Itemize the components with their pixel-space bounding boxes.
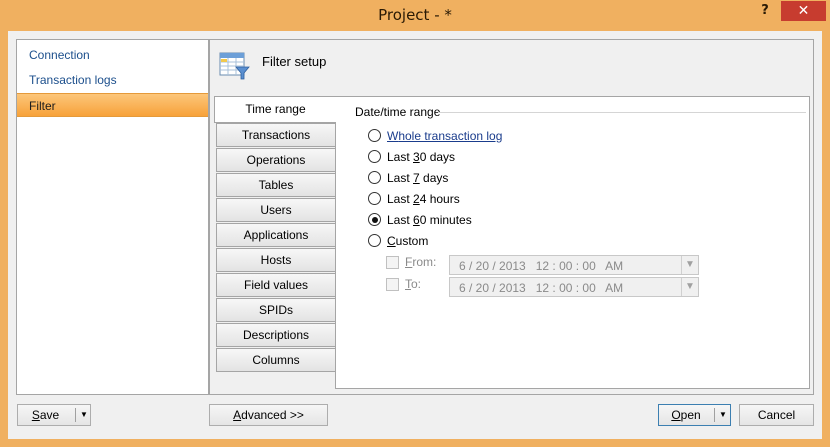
from-checkbox[interactable] [386, 256, 399, 269]
window-title: Project - * [378, 6, 452, 24]
advanced-button[interactable]: Advanced >> [209, 404, 328, 426]
to-label: To: [405, 277, 422, 291]
radio-label: Custom [387, 234, 429, 248]
tab-spids[interactable]: SPIDs [216, 298, 336, 322]
nav-item-filter[interactable]: Filter [17, 93, 208, 117]
table-filter-icon [219, 52, 250, 80]
chevron-down-icon[interactable]: ▼ [681, 278, 698, 296]
dialog-client-area: Connection Transaction logs Filter Filte… [8, 31, 822, 439]
tab-columns[interactable]: Columns [216, 348, 336, 372]
radio-button[interactable] [368, 129, 381, 142]
tab-descriptions[interactable]: Descriptions [216, 323, 336, 347]
help-button[interactable]: ? [752, 1, 778, 21]
date-time-range-label: Date/time range [355, 105, 441, 119]
to-datetime-picker[interactable]: 6 / 20 / 2013 12 : 00 : 00 AM ▼ [449, 277, 699, 297]
page-title: Filter setup [262, 54, 327, 69]
tab-hosts[interactable]: Hosts [216, 248, 336, 272]
chevron-down-icon[interactable]: ▼ [76, 405, 92, 425]
tab-field-values[interactable]: Field values [216, 273, 336, 297]
radio-button[interactable] [368, 171, 381, 184]
from-datetime-value: 6 / 20 / 2013 12 : 00 : 00 AM [459, 259, 624, 273]
radio-button[interactable] [368, 150, 381, 163]
open-split-button[interactable]: Open ▼ [658, 404, 731, 426]
title-bar[interactable]: Project - * ? ✕ [0, 0, 830, 31]
tab-transactions[interactable]: Transactions [216, 123, 336, 147]
radio-label: Last 7 days [387, 171, 449, 185]
close-button[interactable]: ✕ [781, 1, 826, 21]
filter-panel: Filter setup Time range Transactions Ope… [209, 39, 814, 395]
open-button[interactable]: Open [659, 405, 713, 425]
group-divider [438, 112, 806, 113]
cancel-button[interactable]: Cancel [739, 404, 814, 426]
radio-label: Last 30 days [387, 150, 456, 164]
tab-time-range[interactable]: Time range [214, 96, 336, 123]
radio-label: Last 60 minutes [387, 213, 472, 227]
tab-users[interactable]: Users [216, 198, 336, 222]
save-split-button[interactable]: Save ▼ [17, 404, 91, 426]
tab-operations[interactable]: Operations [216, 148, 336, 172]
radio-button-checked[interactable] [368, 213, 381, 226]
save-button[interactable]: Save [18, 405, 73, 425]
to-datetime-value: 6 / 20 / 2013 12 : 00 : 00 AM [459, 281, 624, 295]
radio-button[interactable] [368, 234, 381, 247]
close-icon: ✕ [797, 3, 810, 19]
chevron-down-icon[interactable]: ▼ [715, 405, 731, 425]
time-range-panel: Date/time range Whole transaction log La… [335, 96, 810, 389]
chevron-down-icon[interactable]: ▼ [681, 256, 698, 274]
radio-label: Last 24 hours [387, 192, 460, 206]
radio-button[interactable] [368, 192, 381, 205]
tab-tables[interactable]: Tables [216, 173, 336, 197]
to-checkbox[interactable] [386, 278, 399, 291]
from-label: From: [405, 255, 437, 269]
nav-item-transaction-logs[interactable]: Transaction logs [17, 68, 208, 92]
settings-nav: Connection Transaction logs Filter [16, 39, 209, 395]
project-window: Project - * ? ✕ Connection Transaction l… [0, 0, 830, 447]
from-datetime-picker[interactable]: 6 / 20 / 2013 12 : 00 : 00 AM ▼ [449, 255, 699, 275]
nav-item-connection[interactable]: Connection [17, 43, 208, 67]
tab-applications[interactable]: Applications [216, 223, 336, 247]
radio-label: Whole transaction log [387, 129, 503, 143]
